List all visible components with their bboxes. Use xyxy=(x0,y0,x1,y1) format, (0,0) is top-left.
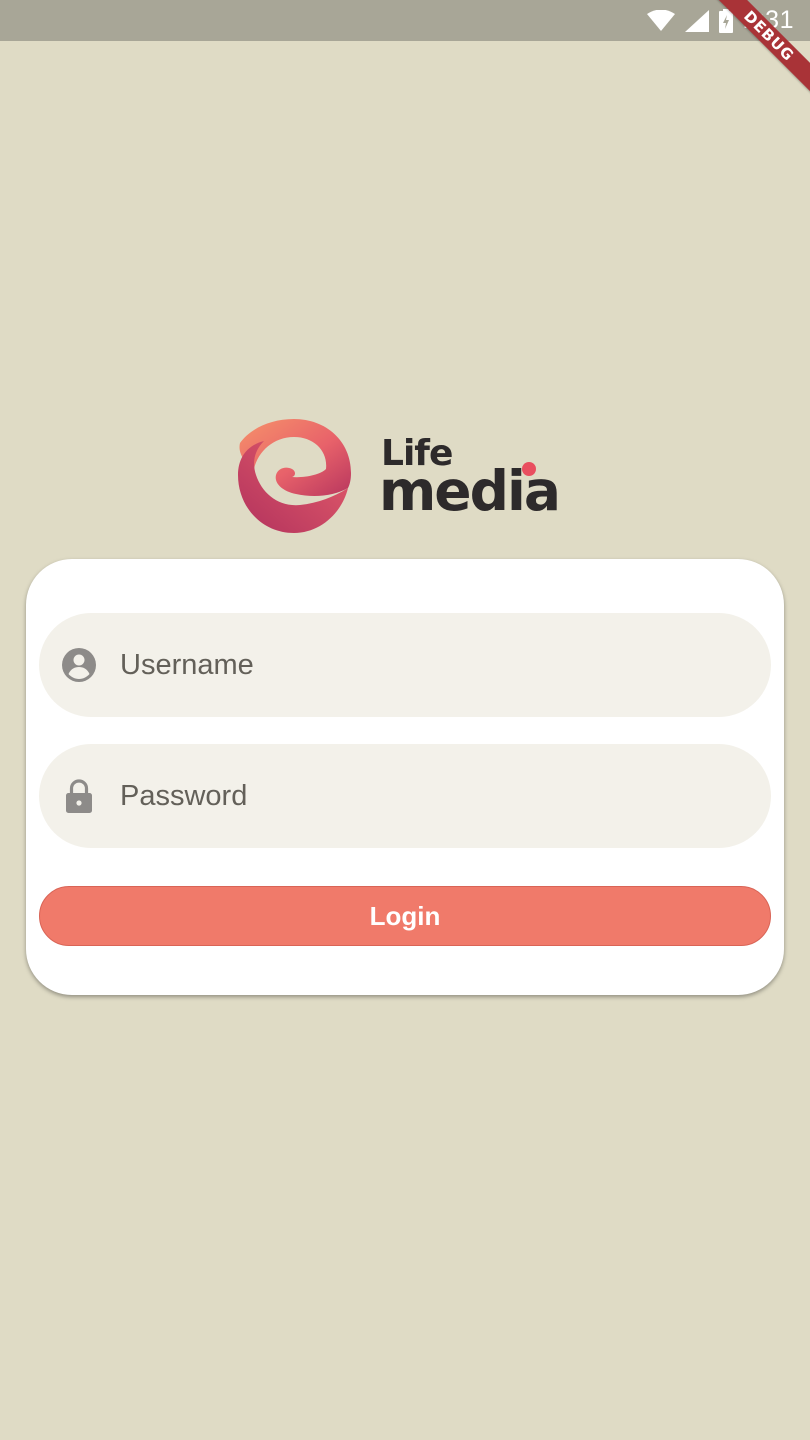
wifi-icon xyxy=(647,9,676,32)
logo-swirl-icon xyxy=(238,419,351,533)
logo-accent-dot xyxy=(522,462,536,476)
account-circle-icon xyxy=(62,648,96,682)
status-time: 2:31 xyxy=(743,6,794,34)
password-placeholder: Password xyxy=(120,780,248,812)
status-bar: 2:31 xyxy=(0,0,810,41)
login-card: Username Password Login xyxy=(26,559,784,995)
lock-icon xyxy=(66,779,92,813)
app-logo: Life media xyxy=(234,417,579,535)
username-field[interactable]: Username xyxy=(39,613,771,717)
username-placeholder: Username xyxy=(120,649,254,681)
status-icons: 2:31 xyxy=(647,0,794,41)
cellular-signal-icon xyxy=(685,9,710,32)
password-field[interactable]: Password xyxy=(39,744,771,848)
login-button[interactable]: Login xyxy=(39,886,771,946)
battery-charging-icon xyxy=(719,8,734,33)
